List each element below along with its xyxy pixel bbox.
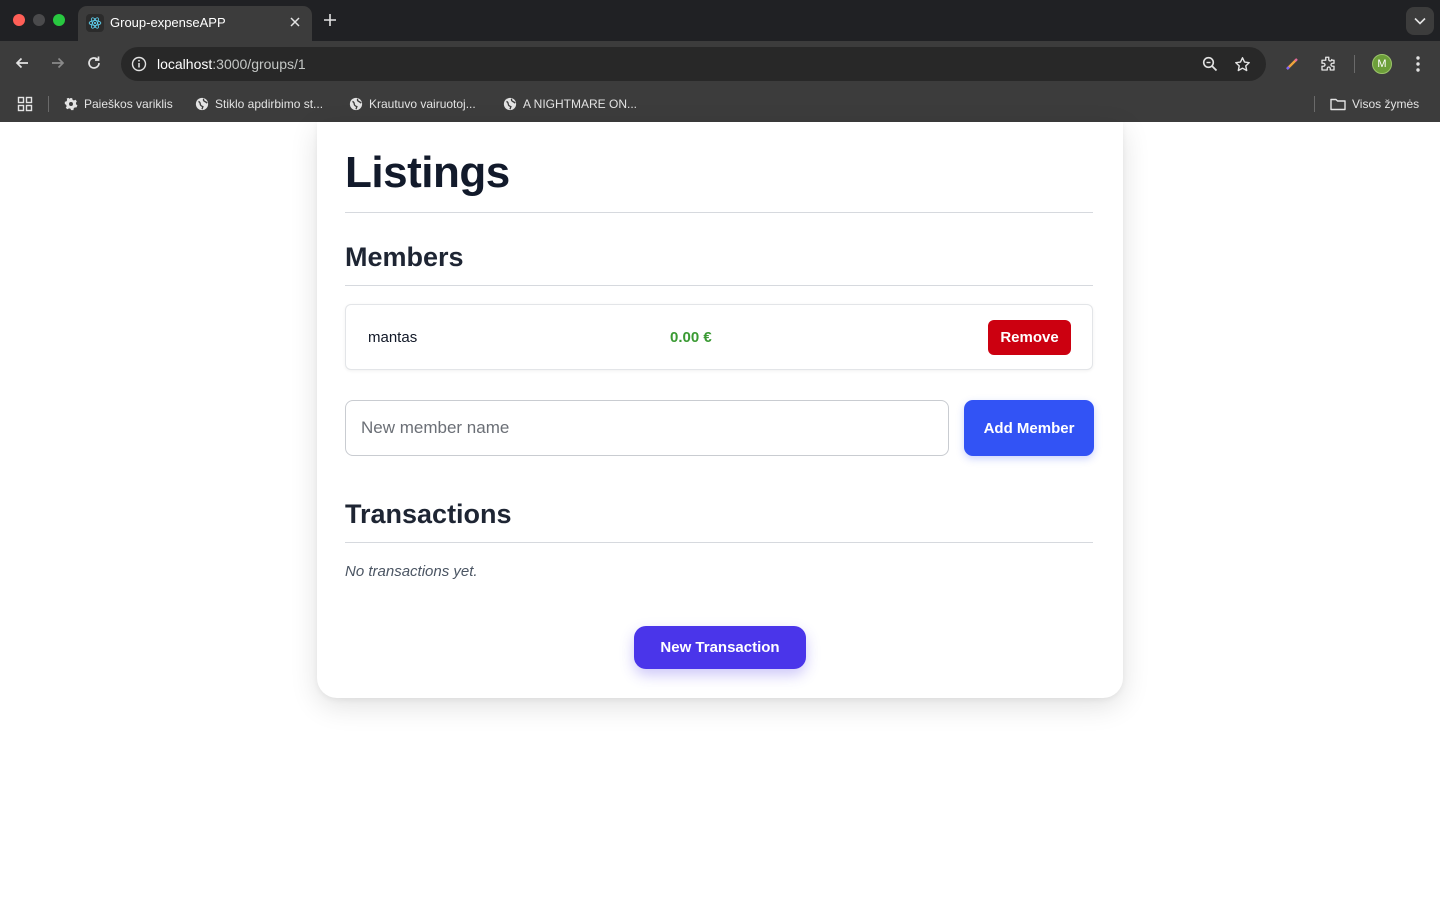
member-row: mantas 0.00 € Remove — [345, 304, 1093, 370]
bookmark-item[interactable]: Stiklo apdirbimo st... — [195, 95, 323, 113]
bookmarks-divider — [1314, 96, 1315, 112]
tab-title: Group-expenseAPP — [110, 15, 226, 30]
members-divider — [345, 285, 1093, 286]
bookmark-item[interactable]: A NIGHTMARE ON... — [503, 95, 637, 113]
back-arrow-icon[interactable] — [11, 52, 33, 74]
no-transactions-text: No transactions yet. — [345, 563, 478, 580]
extensions-puzzle-icon[interactable] — [1317, 53, 1339, 75]
new-tab-icon[interactable] — [320, 10, 340, 30]
gear-icon — [64, 97, 78, 111]
toolbar-divider — [1354, 55, 1355, 73]
bookmarks-divider — [48, 96, 49, 112]
bookmark-item[interactable]: Krautuvo vairuotoj... — [349, 95, 476, 113]
window-close-dot[interactable] — [13, 14, 25, 26]
members-heading: Members — [345, 242, 464, 272]
url-text[interactable]: localhost:3000/groups/1 — [157, 56, 306, 72]
browser-tab[interactable]: Group-expenseAPP — [78, 6, 312, 41]
bookmark-label: A NIGHTMARE ON... — [523, 97, 638, 111]
bookmark-label: Krautuvo vairuotoj... — [369, 97, 476, 111]
forward-arrow-icon[interactable] — [47, 52, 69, 74]
kebab-menu-icon[interactable] — [1407, 53, 1429, 75]
new-transaction-button[interactable]: New Transaction — [634, 626, 806, 669]
transactions-heading: Transactions — [345, 499, 512, 529]
apps-grid-icon[interactable] — [17, 95, 33, 113]
browser-toolbar: localhost:3000/groups/1 M — [0, 41, 1440, 86]
profile-avatar[interactable]: M — [1372, 54, 1392, 74]
globe-icon — [195, 97, 209, 111]
window-minimize-dot[interactable] — [33, 14, 45, 26]
tab-search-chevron-icon[interactable] — [1406, 7, 1434, 35]
url-path: :3000/groups/1 — [212, 56, 306, 72]
new-member-name-input[interactable] — [345, 400, 949, 456]
remove-member-button[interactable]: Remove — [988, 320, 1071, 355]
transactions-divider — [345, 542, 1093, 543]
url-host: localhost — [157, 56, 213, 72]
browser-titlebar: Group-expenseAPP — [0, 0, 1440, 41]
page-title: Listings — [345, 148, 510, 197]
zoom-icon[interactable] — [1200, 54, 1220, 74]
member-name: mantas — [368, 329, 418, 346]
folder-icon — [1330, 98, 1346, 111]
bookmark-label: Paieškos variklis — [84, 97, 173, 111]
address-bar[interactable]: localhost:3000/groups/1 — [121, 47, 1266, 81]
bookmark-label: Stiklo apdirbimo st... — [215, 97, 324, 111]
globe-icon — [349, 97, 363, 111]
react-favicon-icon — [86, 14, 104, 32]
extension-pen-icon[interactable] — [1281, 53, 1303, 75]
globe-icon — [503, 97, 517, 111]
bookmark-star-icon[interactable] — [1232, 54, 1252, 74]
site-info-icon[interactable] — [129, 54, 149, 74]
member-balance: 0.00 € — [670, 329, 712, 346]
tab-close-icon[interactable] — [286, 13, 304, 31]
title-divider — [345, 212, 1093, 213]
window-maximize-dot[interactable] — [53, 14, 65, 26]
reload-icon[interactable] — [83, 52, 105, 74]
bookmark-item[interactable]: Paieškos variklis — [64, 95, 173, 113]
all-bookmarks-folder[interactable]: Visos žymės — [1330, 95, 1419, 113]
group-card: Listings Members mantas 0.00 € Remove Ad… — [317, 122, 1123, 698]
add-member-button[interactable]: Add Member — [964, 400, 1094, 456]
bookmarks-bar: Paieškos variklis Stiklo apdirbimo st...… — [0, 86, 1440, 122]
all-bookmarks-label: Visos žymės — [1352, 97, 1420, 111]
